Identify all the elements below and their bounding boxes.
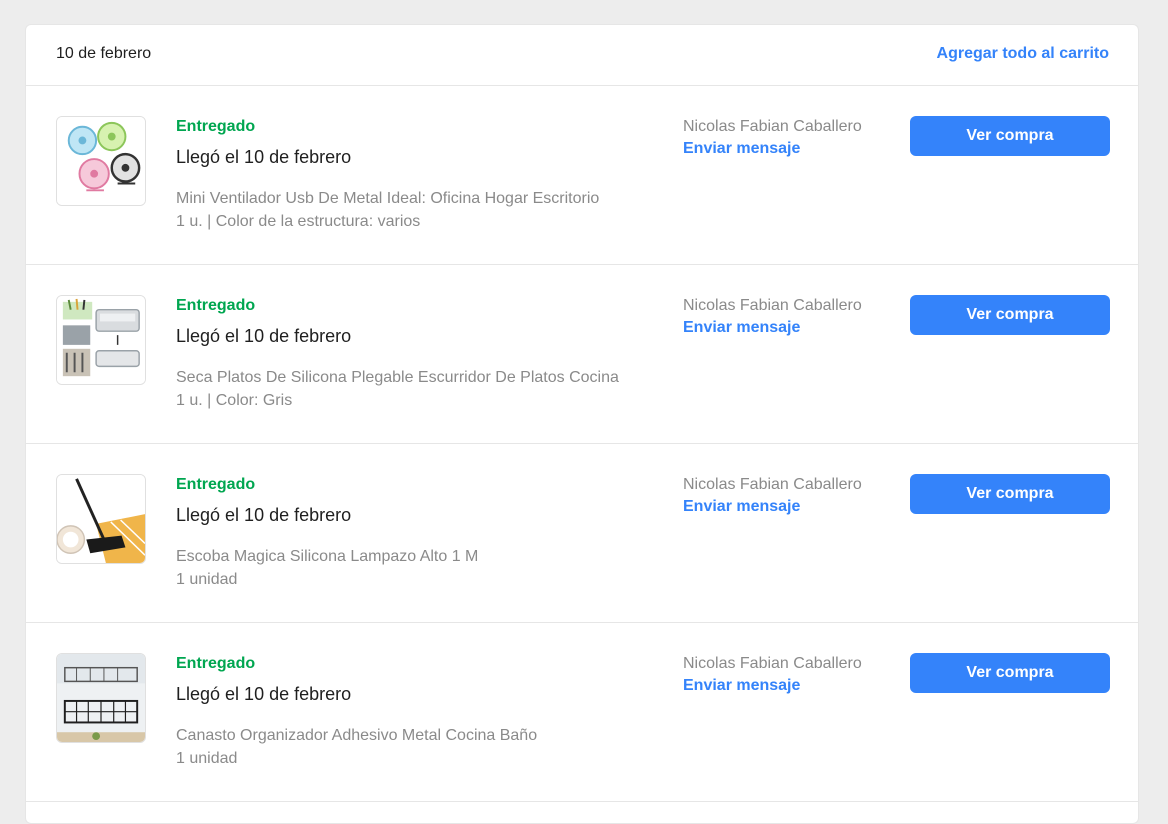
product-title: Escoba Magica Silicona Lampazo Alto 1 M (176, 548, 479, 565)
card-header: 10 de febrero Agregar todo al carrito (26, 25, 1138, 86)
orders-card: 10 de febrero Agregar todo al carrito En… (25, 24, 1139, 824)
arrival-date: Llegó el 10 de febrero (176, 505, 352, 525)
product-variant: 1 unidad (176, 750, 238, 767)
send-message-link[interactable]: Enviar mensaje (683, 140, 800, 158)
seller-name: Nicolas Fabian Caballero (683, 297, 862, 314)
add-all-to-cart-link[interactable]: Agregar todo al carrito (937, 45, 1109, 63)
mini-fan-product-image[interactable] (56, 116, 146, 206)
wire-basket-product-image[interactable] (56, 653, 146, 743)
product-title: Canasto Organizador Adhesivo Metal Cocin… (176, 727, 538, 744)
delivery-status: Entregado (176, 655, 256, 672)
seller-name: Nicolas Fabian Caballero (683, 476, 862, 493)
group-date: 10 de febrero (56, 45, 152, 62)
product-variant: 1 unidad (176, 571, 238, 588)
product-title: Mini Ventilador Usb De Metal Ideal: Ofic… (176, 190, 600, 207)
view-purchase-button[interactable]: Ver compra (910, 653, 1110, 693)
arrival-date: Llegó el 10 de febrero (176, 326, 352, 346)
order-row: Entregado Llegó el 10 de febrero Seca Pl… (26, 265, 1138, 444)
send-message-link[interactable]: Enviar mensaje (683, 319, 800, 337)
order-row: Entregado Llegó el 10 de febrero Canasto… (26, 623, 1138, 802)
seller-name: Nicolas Fabian Caballero (683, 118, 862, 135)
arrival-date: Llegó el 10 de febrero (176, 147, 352, 167)
dish-rack-product-image[interactable] (56, 295, 146, 385)
arrival-date: Llegó el 10 de febrero (176, 684, 352, 704)
view-purchase-button[interactable]: Ver compra (910, 474, 1110, 514)
product-variant: 1 u. | Color: Gris (176, 392, 293, 409)
delivery-status: Entregado (176, 118, 256, 135)
send-message-link[interactable]: Enviar mensaje (683, 677, 800, 695)
view-purchase-button[interactable]: Ver compra (910, 295, 1110, 335)
product-variant: 1 u. | Color de la estructura: varios (176, 213, 421, 230)
product-title: Seca Platos De Silicona Plegable Escurri… (176, 369, 619, 386)
delivery-status: Entregado (176, 297, 256, 314)
delivery-status: Entregado (176, 476, 256, 493)
send-message-link[interactable]: Enviar mensaje (683, 498, 800, 516)
order-row: Entregado Llegó el 10 de febrero Escoba … (26, 444, 1138, 623)
seller-name: Nicolas Fabian Caballero (683, 655, 862, 672)
view-purchase-button[interactable]: Ver compra (910, 116, 1110, 156)
squeegee-broom-product-image[interactable] (56, 474, 146, 564)
order-row: Entregado Llegó el 10 de febrero Mini Ve… (26, 86, 1138, 265)
